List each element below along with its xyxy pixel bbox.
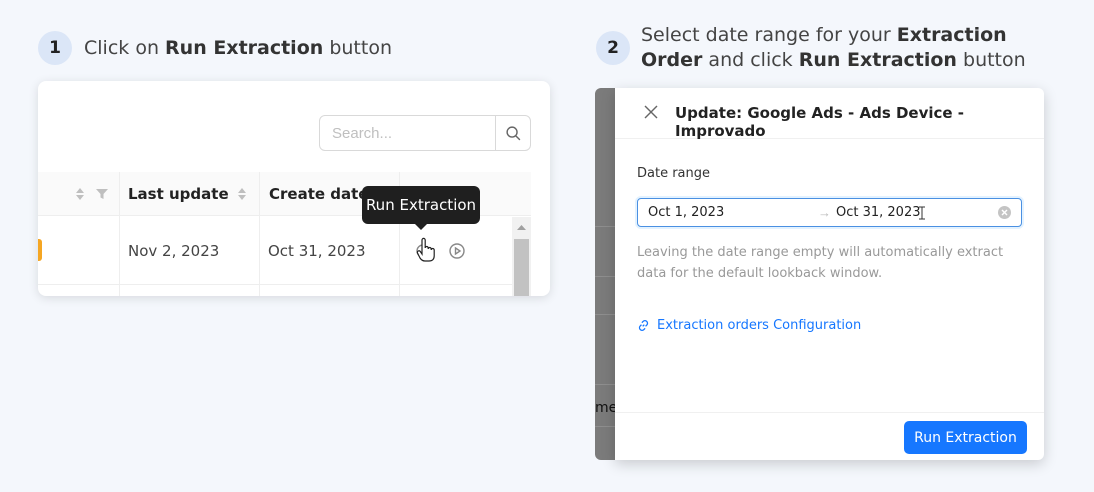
backdrop-divider (595, 314, 615, 315)
backdrop-divider (595, 384, 615, 385)
cell-last-update: Nov 2, 2023 (128, 242, 220, 260)
modal-header: Update: Google Ads - Ads Device - Improv… (615, 88, 1044, 140)
date-range-help-text: Leaving the date range empty will automa… (637, 245, 1004, 281)
extraction-orders-config-link[interactable]: Extraction orders Configuration (637, 318, 861, 333)
run-extraction-button[interactable]: Run Extraction (904, 421, 1027, 454)
text-cursor-icon (919, 206, 925, 220)
sort-icon[interactable] (74, 172, 86, 216)
search-box (319, 115, 531, 151)
close-icon[interactable] (643, 104, 659, 120)
column-last-update[interactable]: Last update (128, 172, 229, 216)
step-1-instruction: Click on Run Extraction button (84, 37, 392, 59)
search-icon (505, 125, 520, 140)
table-row: Nov 2, 2023 Oct 31, 2023 (38, 217, 531, 285)
date-range-picker[interactable]: Oct 1, 2023 → Oct 31, 2023 (637, 198, 1022, 227)
row-status-marker (38, 239, 42, 261)
modal-footer-divider (615, 412, 1044, 413)
clear-icon[interactable] (998, 206, 1011, 219)
cell-create-date: Oct 31, 2023 (268, 242, 366, 260)
extraction-table-card: Last update Create date Actions Nov 2, 2… (38, 81, 550, 296)
link-label: Extraction orders Configuration (657, 318, 862, 333)
start-date-input[interactable]: Oct 1, 2023 (648, 199, 724, 226)
step-2-instruction: Select date range for your Extraction Or… (641, 24, 1026, 71)
modal-title: Update: Google Ads - Ads Device - Improv… (675, 104, 965, 140)
step-1-badge: 1 (38, 31, 72, 65)
sort-icon[interactable] (236, 172, 248, 216)
play-button[interactable] (448, 217, 466, 285)
run-extraction-tooltip: Run Extraction (362, 186, 480, 230)
end-date-input[interactable]: Oct 31, 2023 (836, 199, 921, 226)
scrollbar-thumb[interactable] (514, 239, 529, 296)
hand-cursor-icon (416, 237, 436, 263)
column-create-date[interactable]: Create date (269, 172, 368, 216)
search-input[interactable] (320, 116, 496, 150)
play-circle-icon (449, 243, 465, 259)
link-icon (638, 320, 649, 331)
scroll-up-icon[interactable] (512, 221, 531, 235)
backdrop-divider (595, 276, 615, 277)
backdrop-divider (595, 226, 615, 227)
arrow-right-icon: → (818, 205, 831, 220)
date-range-label: Date range (637, 166, 711, 181)
backdrop-text: me (595, 400, 618, 416)
filter-icon[interactable] (96, 172, 108, 216)
backdrop-divider (595, 426, 615, 427)
step-2-badge: 2 (596, 31, 630, 65)
update-modal: Update: Google Ads - Ads Device - Improv… (615, 88, 1044, 460)
search-button[interactable] (495, 116, 530, 150)
